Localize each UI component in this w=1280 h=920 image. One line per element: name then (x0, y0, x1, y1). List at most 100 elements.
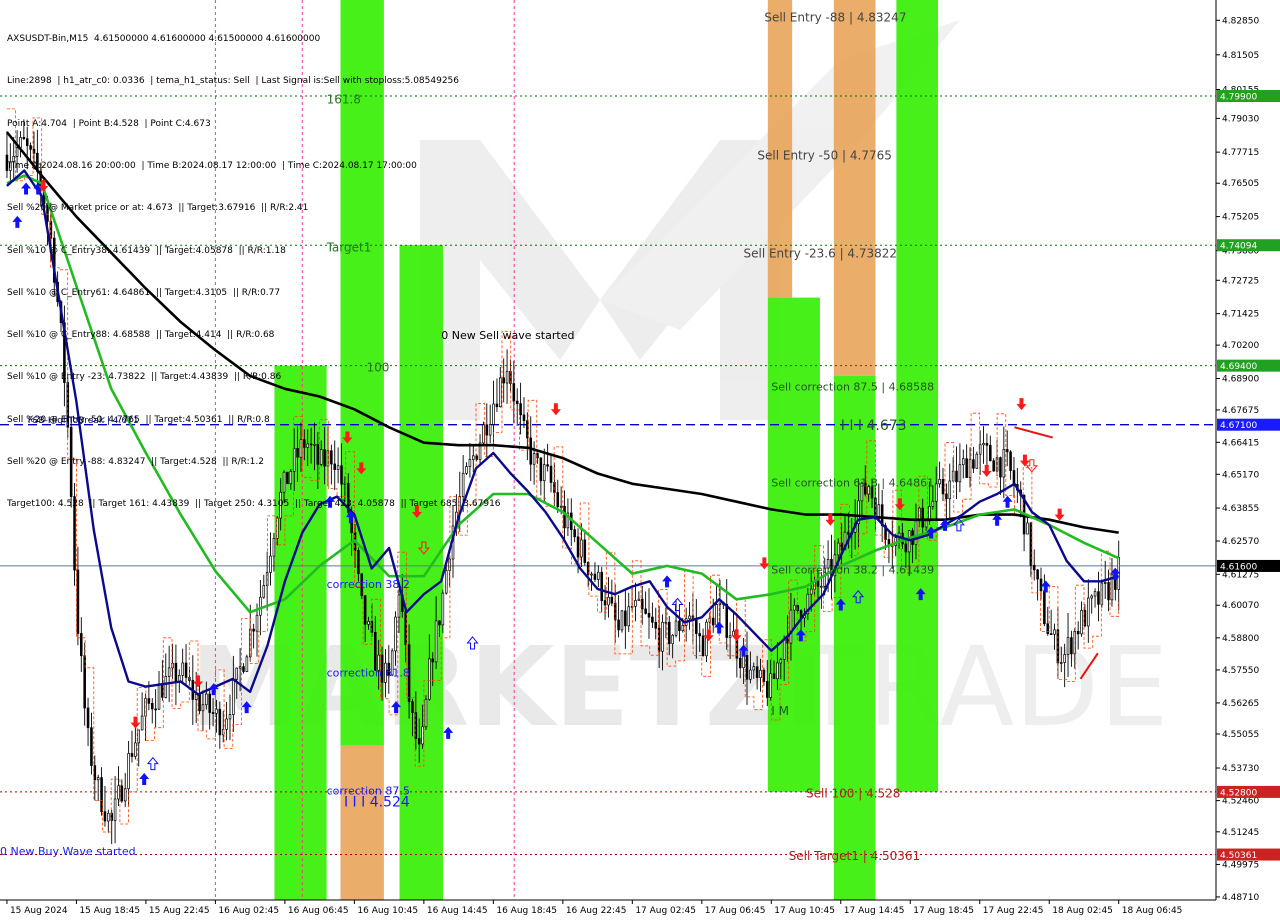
time-tick-label: 16 Aug 10:45 (357, 906, 418, 916)
bull-candle (749, 669, 752, 680)
time-tick-label: 18 Aug 02:45 (1052, 906, 1113, 916)
bear-candle (593, 573, 597, 580)
bull-candle (782, 638, 786, 660)
bull-candle (167, 667, 171, 677)
bull-candle (424, 698, 428, 728)
bull-candle (394, 616, 397, 652)
bear-candle (965, 458, 968, 478)
time-tick-label: 16 Aug 02:45 (218, 906, 279, 916)
bear-candle (438, 620, 441, 626)
bear-candle (711, 617, 715, 626)
bear-candle (563, 505, 566, 529)
bear-candle (519, 403, 522, 416)
bear-candle (668, 621, 671, 645)
bull-candle (559, 505, 563, 508)
bear-candle (357, 550, 360, 575)
bull-candle (637, 598, 641, 601)
bull-candle (465, 466, 468, 474)
bear-candle (583, 539, 587, 563)
bull-candle (820, 585, 823, 588)
bull-candle (715, 604, 718, 626)
time-tick-label: 17 Aug 06:45 (705, 906, 766, 916)
bear-candle (651, 616, 654, 623)
bull-candle (299, 439, 303, 458)
bear-candle (374, 631, 377, 671)
bull-candle (661, 621, 664, 652)
bull-candle (96, 777, 100, 781)
bull-candle (580, 539, 583, 558)
chart-label: Target1 (326, 240, 372, 254)
bull-candle (931, 500, 935, 507)
bear-candle (678, 620, 681, 632)
bull-candle (914, 520, 918, 545)
price-tick-label: 4.60070 (1222, 601, 1259, 611)
bear-candle (1012, 470, 1016, 485)
bear-candle (218, 708, 222, 736)
price-chart[interactable]: MARKETZI TRADE 161.8Target11000 New Sell… (0, 0, 1280, 920)
bear-candle (1039, 578, 1043, 592)
bear-candle (323, 449, 326, 467)
bull-candle (127, 753, 130, 790)
price-tick-label: 4.71425 (1222, 310, 1259, 320)
chart-label: FSB-HighToBreak | 4.671 (28, 416, 139, 426)
bull-candle (688, 615, 691, 620)
price-axis[interactable]: 4.828504.815054.801554.790304.777154.765… (1215, 0, 1280, 920)
bull-candle (397, 594, 401, 618)
bull-candle (1026, 522, 1029, 535)
bear-candle (539, 457, 543, 481)
bear-candle (624, 610, 627, 627)
bull-candle (948, 480, 952, 500)
bear-candle (417, 738, 421, 745)
bear-candle (1043, 590, 1046, 625)
price-level-tag-label: 4.61600 (1220, 562, 1257, 572)
bear-candle (316, 444, 320, 465)
bull-candle (499, 377, 502, 408)
time-tick-label: 16 Aug 18:45 (496, 906, 557, 916)
chart-label: 0 New Sell wave started (441, 329, 574, 342)
bear-candle (529, 437, 533, 465)
time-tick-label: 16 Aug 06:45 (288, 906, 349, 916)
bull-candle (961, 458, 965, 466)
bull-candle (15, 147, 19, 157)
bear-candle (363, 595, 367, 625)
bull-candle (262, 585, 266, 598)
bear-candle (725, 603, 729, 638)
bear-candle (1070, 637, 1073, 655)
price-tick-label: 4.77715 (1222, 148, 1259, 158)
bull-candle (238, 666, 242, 669)
bear-candle (303, 439, 306, 448)
bull-candle (107, 812, 110, 822)
bear-candle (515, 400, 519, 404)
chart-label: 161.8 (327, 93, 361, 107)
bull-candle (607, 596, 610, 606)
price-tick-label: 4.81505 (1222, 51, 1259, 61)
bear-candle (103, 811, 107, 822)
bull-candle (634, 599, 637, 607)
bull-candle (1090, 595, 1093, 599)
bear-candle (86, 707, 90, 729)
bear-candle (985, 443, 989, 446)
chart-label: Sell Entry -23.6 | 4.73822 (743, 247, 897, 261)
bull-candle (492, 403, 495, 425)
bull-candle (590, 573, 593, 576)
bull-candle (428, 658, 431, 700)
bear-candle (522, 414, 526, 421)
time-axis[interactable]: 15 Aug 2024 15 Aug 18:45 15 Aug 22:45 16 Au… (0, 899, 1280, 920)
bull-candle (12, 156, 15, 163)
bull-candle (468, 459, 472, 467)
price-tick-label: 4.57550 (1222, 666, 1259, 676)
chart-label: Sell correction 87.5 | 4.68588 (771, 381, 934, 394)
bear-candle (640, 598, 644, 610)
bull-candle (1080, 610, 1083, 635)
bull-candle (934, 483, 938, 502)
bull-candle (272, 537, 276, 557)
bear-candle (786, 638, 789, 644)
bear-candle (1076, 630, 1080, 635)
bear-candle (904, 543, 908, 553)
bear-candle (1107, 582, 1110, 601)
bear-candle (120, 785, 124, 802)
price-tick-label: 4.79030 (1222, 114, 1259, 124)
bull-candle (134, 742, 137, 757)
bear-candle (174, 662, 178, 683)
bull-candle (620, 610, 624, 631)
